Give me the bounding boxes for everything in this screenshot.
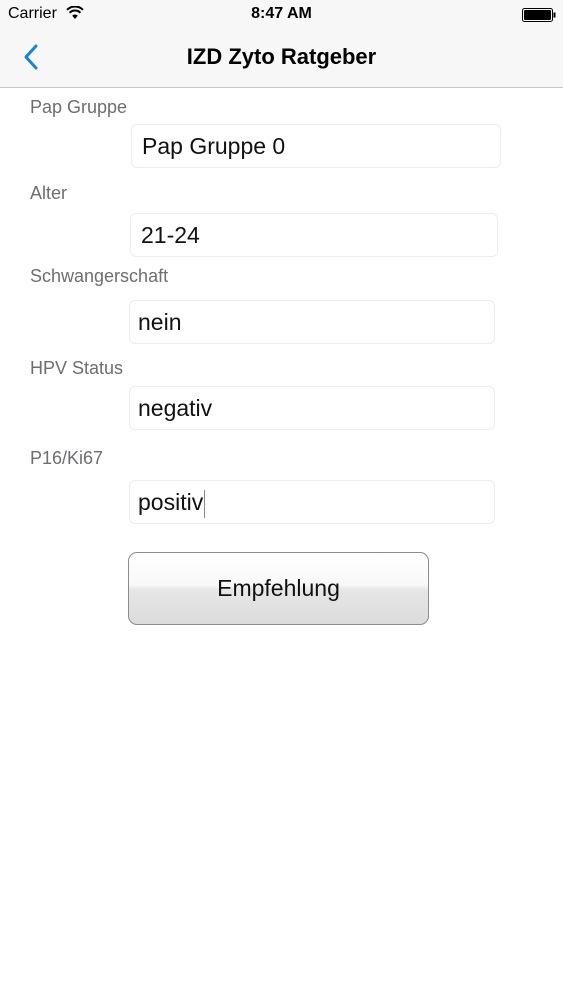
- pap-gruppe-value: Pap Gruppe 0: [142, 133, 286, 159]
- schwangerschaft-label: Schwangerschaft: [30, 266, 169, 286]
- pap-gruppe-label: Pap Gruppe: [30, 97, 128, 117]
- schwangerschaft-value: nein: [138, 309, 182, 335]
- navigation-bar: IZD Zyto Ratgeber: [0, 30, 563, 88]
- p16-ki67-value: positiv: [138, 489, 204, 515]
- pap-gruppe-field[interactable]: Pap Gruppe 0: [131, 124, 501, 168]
- hpv-status-field[interactable]: negativ: [129, 386, 495, 430]
- empfehlung-button[interactable]: Empfehlung: [128, 552, 429, 625]
- status-clock: 8:47 AM: [251, 5, 312, 22]
- page-title: IZD Zyto Ratgeber: [186, 44, 377, 69]
- p16-ki67-label: P16/Ki67: [30, 448, 104, 468]
- battery-icon: [522, 8, 556, 22]
- p16-ki67-field[interactable]: positiv: [129, 480, 495, 524]
- schwangerschaft-field[interactable]: nein: [129, 300, 495, 344]
- alter-label: Alter: [30, 183, 68, 203]
- hpv-status-label: HPV Status: [30, 358, 124, 378]
- status-bar: Carrier 8:47 AM: [0, 0, 563, 30]
- hpv-status-value: negativ: [138, 395, 213, 421]
- alter-field[interactable]: 21-24: [130, 213, 498, 257]
- text-cursor: [204, 489, 206, 518]
- alter-value: 21-24: [141, 222, 200, 248]
